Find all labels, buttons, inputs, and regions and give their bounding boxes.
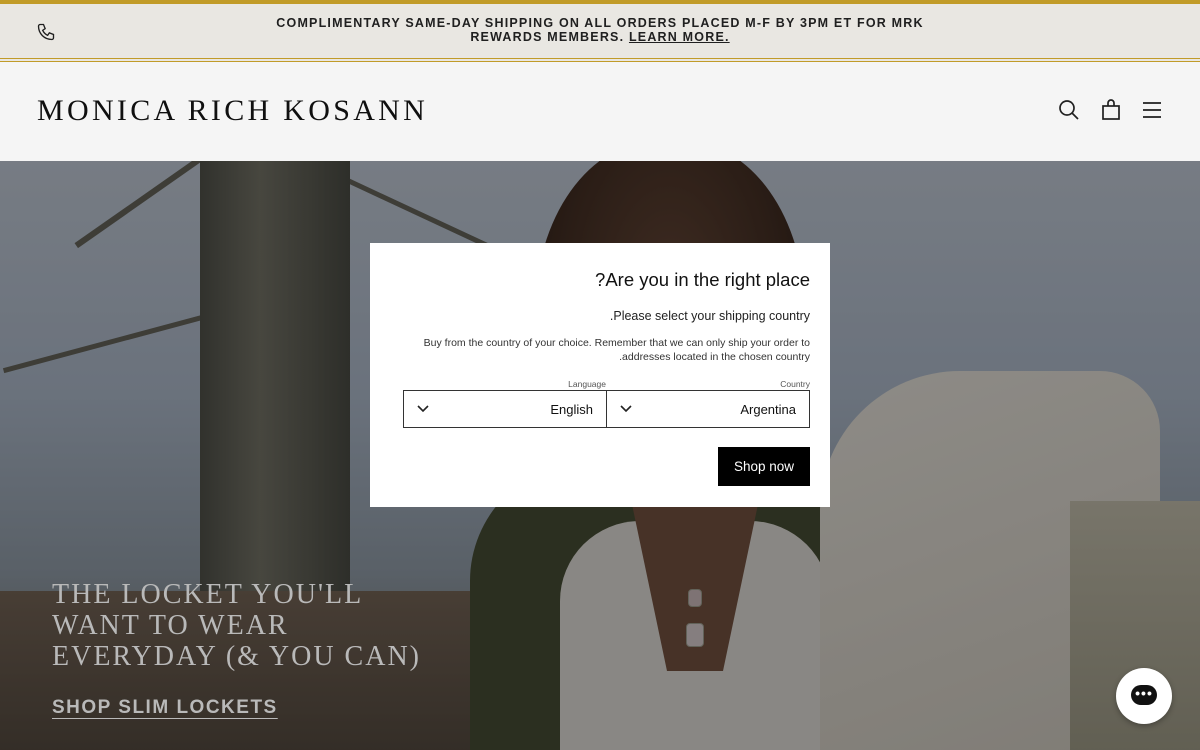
chat-dots: ••• [1135,685,1153,701]
page: COMPLIMENTARY SAME-DAY SHIPPING ON ALL O… [0,0,1200,750]
country-select[interactable]: Argentina [606,390,810,428]
hero-headline: THE LOCKET YOU'LL WANT TO WEAR EVERYDAY … [52,579,421,672]
modal-title: Are you in the right place? [595,269,810,290]
language-label: Language [568,379,606,389]
country-select-value: Argentina [740,402,796,417]
chevron-down-icon [620,405,632,413]
hero-headline-line: THE LOCKET YOU'LL [52,579,364,610]
shop-now-button[interactable]: Shop now [718,447,810,486]
country-label: Country [780,379,810,389]
hero-headline-line: WANT TO WEAR [52,610,289,641]
language-select[interactable]: English [403,390,607,428]
chevron-down-icon [417,405,429,413]
language-select-value: English [550,402,593,417]
shop-slim-lockets-link[interactable]: SHOP SLIM LOCKETS [52,697,278,719]
modal-description: Buy from the country of your choice. Rem… [423,337,810,363]
chat-launcher[interactable]: ••• [1116,668,1172,724]
hero-headline-line: EVERYDAY (& YOU CAN) [52,641,421,672]
country-selector-modal: Are you in the right place? Please selec… [370,243,830,507]
page-dim-overlay [0,0,1200,161]
modal-subtitle: Please select your shipping country. [609,309,810,323]
